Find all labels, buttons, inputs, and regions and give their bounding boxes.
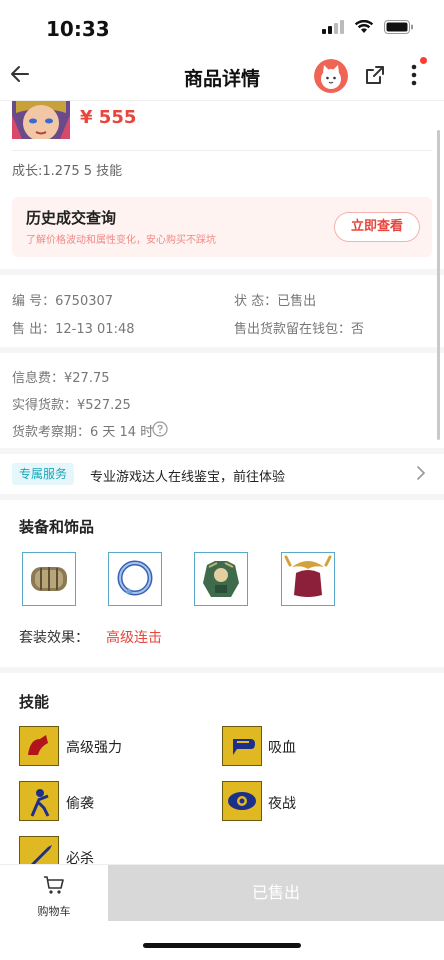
status-icons: [322, 20, 414, 34]
price-label: ¥ 555: [80, 107, 137, 128]
character-portrait: [12, 101, 70, 139]
section-gap: [0, 448, 444, 454]
divider: [12, 150, 432, 151]
section-gap: [0, 347, 444, 353]
item-id: 编 号：6750307: [12, 294, 114, 309]
cat-avatar-icon: [314, 59, 348, 93]
more-button[interactable]: [408, 62, 420, 92]
product-detail-content[interactable]: ¥ 555 成长:1.275 5 技能 历史成交查询 了解价格波动和属性变化，安…: [0, 101, 444, 864]
cart-icon: [44, 876, 64, 894]
strength-skill-icon: [20, 727, 58, 765]
battery-icon: [384, 20, 413, 34]
skill-label-strength: 高级强力: [66, 740, 122, 756]
set-effect-value: 高级连击: [106, 630, 162, 646]
history-subtitle: 了解价格波动和属性变化，安心购买不踩坑: [26, 235, 216, 246]
notification-dot: [420, 57, 427, 64]
sneak-skill-icon: [20, 782, 58, 820]
history-title: 历史成交查询: [26, 209, 117, 227]
skill-label-lifesteal: 吸血: [268, 740, 296, 756]
skill-label-night: 夜战: [268, 796, 296, 812]
sold-time: 售 出：12-13 01:48: [12, 322, 135, 337]
equipment-ring[interactable]: [108, 552, 162, 606]
sold-out-button: 已售出: [108, 865, 444, 921]
helmet-icon: [284, 555, 332, 597]
equipment-bracer[interactable]: [22, 552, 76, 606]
cart-button[interactable]: 购物车: [0, 865, 108, 921]
help-icon[interactable]: [152, 421, 168, 437]
ring-icon: [117, 560, 153, 596]
status-time: 10:33: [46, 17, 110, 41]
actual-payment: 实得货款：¥527.25: [12, 398, 131, 413]
navigation-bar: 商品详情: [0, 54, 444, 101]
view-now-button[interactable]: 立即查看: [334, 212, 420, 242]
bottom-action-bar: 购物车 已售出: [0, 864, 444, 921]
lifesteal-skill-icon: [223, 727, 261, 765]
skill-sneak[interactable]: [19, 781, 59, 821]
section-gap: [0, 269, 444, 275]
section-gap: [0, 667, 444, 673]
share-button[interactable]: [364, 64, 386, 90]
appraisal-service-link[interactable]: 专业游戏达人在线鉴宝，前往体验: [90, 466, 285, 485]
skill-night[interactable]: [222, 781, 262, 821]
skill-label-sneak: 偷袭: [66, 796, 94, 812]
signal-icon: [322, 20, 344, 34]
equipment-section-title: 装备和饰品: [19, 518, 95, 536]
wallet-setting: 售出货款留在钱包：否: [234, 322, 365, 337]
skill-critical[interactable]: [19, 836, 59, 864]
section-gap: [0, 494, 444, 500]
cart-label: 购物车: [37, 905, 71, 918]
wifi-icon: [354, 20, 374, 33]
skill-label-critical: 必杀: [66, 851, 94, 864]
critical-skill-icon: [20, 837, 58, 864]
exclusive-service-tag: 专属服务: [12, 463, 75, 485]
share-icon: [366, 66, 384, 84]
home-indicator: [143, 943, 301, 948]
info-fee: 信息费：¥27.75: [12, 371, 110, 386]
bracer-icon: [31, 567, 67, 591]
armor-icon: [203, 561, 239, 597]
review-period: 货款考察期：6 天 14 时: [12, 425, 154, 440]
status-bar: 10:33: [0, 0, 444, 54]
chevron-right-icon[interactable]: [416, 465, 426, 481]
character-face-icon: [12, 101, 70, 139]
growth-skills-text: 成长:1.275 5 技能: [12, 164, 123, 179]
skill-lifesteal[interactable]: [222, 726, 262, 766]
night-skill-icon: [223, 782, 261, 820]
skills-section-title: 技能: [19, 693, 50, 711]
set-effect-label: 套装效果：: [19, 630, 89, 646]
equipment-armor[interactable]: [194, 552, 248, 606]
item-status: 状 态：已售出: [234, 294, 317, 309]
scrollbar[interactable]: [437, 130, 440, 440]
equipment-helmet[interactable]: [281, 552, 335, 606]
skill-strength[interactable]: [19, 726, 59, 766]
more-vertical-icon: [411, 64, 417, 86]
history-query-card: 历史成交查询 了解价格波动和属性变化，安心购买不踩坑 立即查看: [12, 197, 432, 257]
customer-service-avatar[interactable]: [314, 59, 348, 93]
